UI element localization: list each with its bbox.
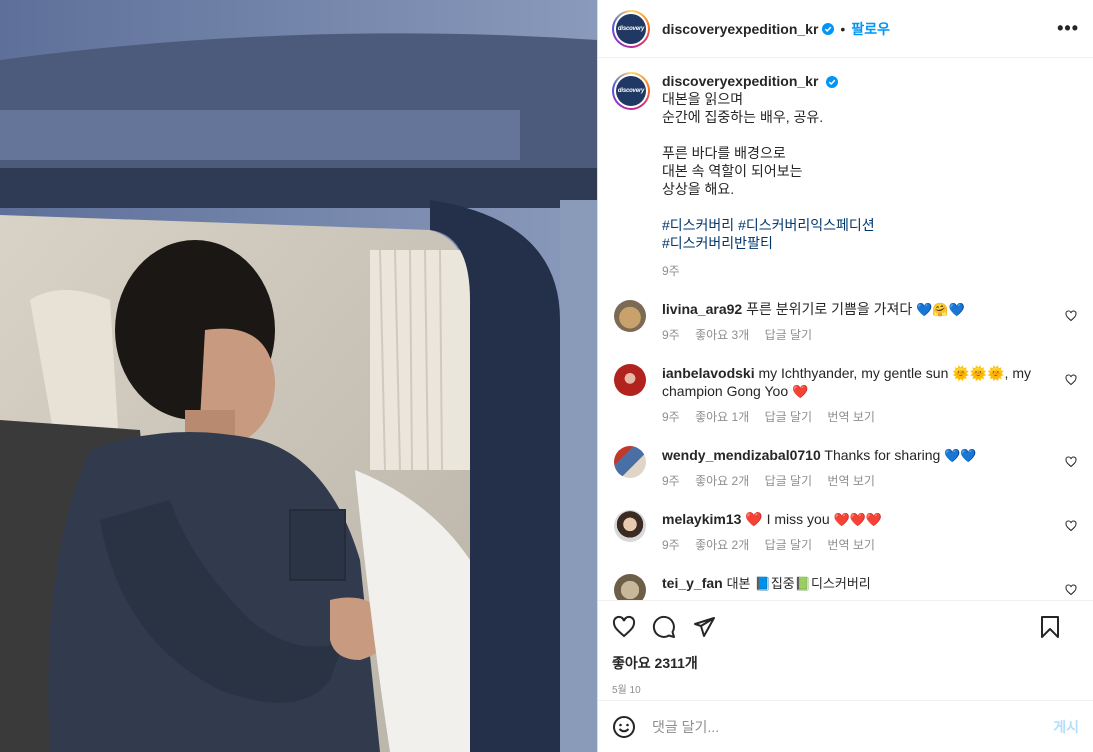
separator-dot: • xyxy=(840,20,846,37)
comment-likes[interactable]: 좋아요 3개 xyxy=(695,328,749,342)
comment-item: melaykim13 ❤️ I miss you ❤️❤️❤️ 9주 좋아요 2… xyxy=(612,510,1079,554)
comment-text: 푸른 분위기로 기쁨을 가져다 xyxy=(746,301,913,317)
comment-username[interactable]: melaykim13 xyxy=(662,511,741,527)
comment-time[interactable]: 9주 xyxy=(662,410,680,424)
reply-button[interactable]: 답글 달기 xyxy=(765,538,813,552)
photo-illustration xyxy=(0,0,597,752)
caption-time[interactable]: 9주 xyxy=(662,262,875,280)
comment-item: tei_y_fan 대본 📘집중📗디스커버리 xyxy=(612,574,1079,600)
comment-emoji: ❤️ xyxy=(792,385,809,400)
follow-button[interactable]: 팔로우 xyxy=(851,19,890,39)
comment-emoji: 💙🤗💙 xyxy=(916,303,965,318)
comment-emoji: 💙💙 xyxy=(944,449,977,464)
commenter-avatar[interactable] xyxy=(614,446,646,478)
reply-button[interactable]: 답글 달기 xyxy=(765,474,813,488)
commenter-avatar[interactable] xyxy=(614,364,646,396)
caption-line: 순간에 집중하는 배우, 공유. xyxy=(662,109,824,125)
comment-likes[interactable]: 좋아요 2개 xyxy=(695,474,749,488)
caption-line: 상상을 해요. xyxy=(662,181,735,197)
reply-button[interactable]: 답글 달기 xyxy=(765,410,813,424)
post-header: discovery discoveryexpedition_kr • 팔로우 •… xyxy=(598,0,1093,58)
discovery-logo: discovery xyxy=(616,13,646,44)
like-heart-icon[interactable] xyxy=(612,615,636,639)
emoji-picker-icon[interactable] xyxy=(612,715,636,739)
avatar[interactable]: discovery xyxy=(612,9,650,48)
comment-item: livina_ara92 푸른 분위기로 기쁨을 가져다 💙🤗💙 9주 좋아요 … xyxy=(612,300,1079,344)
discovery-logo: discovery xyxy=(616,76,646,106)
post-date: 5월 10 xyxy=(612,685,641,696)
comment-time[interactable]: 9주 xyxy=(662,328,680,342)
comment-text: 대본 📘집중📗디스커버리 xyxy=(726,577,871,592)
comment-bubble-icon[interactable] xyxy=(652,615,676,639)
reply-button[interactable]: 답글 달기 xyxy=(765,328,813,342)
header-username[interactable]: discoveryexpedition_kr xyxy=(662,21,818,37)
share-send-icon[interactable] xyxy=(692,615,716,639)
commenter-avatar[interactable] xyxy=(614,574,646,600)
translate-button[interactable]: 번역 보기 xyxy=(827,410,875,424)
like-comment-heart-icon[interactable] xyxy=(1065,456,1077,468)
comment-item: wendy_mendizabal0710 Thanks for sharing … xyxy=(612,446,1079,490)
like-comment-heart-icon[interactable] xyxy=(1065,520,1077,532)
hashtag-link[interactable]: #디스커버리반팔티 xyxy=(662,235,773,251)
bookmark-icon[interactable] xyxy=(1039,615,1061,639)
caption-line xyxy=(662,126,875,144)
comment-text: ❤️ I miss you xyxy=(745,511,830,527)
comment-composer: 게시 xyxy=(598,700,1093,752)
translate-button[interactable]: 번역 보기 xyxy=(827,474,875,488)
comment-item: ianbelavodski my Ichthyander, my gentle … xyxy=(612,364,1079,426)
like-comment-heart-icon[interactable] xyxy=(1065,310,1077,322)
comment-time[interactable]: 9주 xyxy=(662,474,680,488)
translate-button[interactable]: 번역 보기 xyxy=(827,538,875,552)
commenter-avatar[interactable] xyxy=(614,510,646,542)
comment-text: Thanks for sharing xyxy=(824,447,941,463)
comment-username[interactable]: ianbelavodski xyxy=(662,365,755,381)
like-comment-heart-icon[interactable] xyxy=(1065,374,1077,386)
post-actions: 좋아요 2311개 5월 10 xyxy=(598,600,1093,700)
post-comment-button[interactable]: 게시 xyxy=(1053,717,1079,737)
more-options-icon[interactable]: ••• xyxy=(1057,18,1079,39)
caption-username[interactable]: discoveryexpedition_kr xyxy=(662,73,818,89)
post-photo[interactable] xyxy=(0,0,597,752)
caption-line: 대본을 읽으며 xyxy=(662,91,744,107)
comment-input[interactable] xyxy=(650,717,1054,736)
comment-likes[interactable]: 좋아요 2개 xyxy=(695,538,749,552)
comment-username[interactable]: livina_ara92 xyxy=(662,301,742,317)
like-comment-heart-icon[interactable] xyxy=(1065,584,1077,596)
commenter-avatar[interactable] xyxy=(614,300,646,332)
caption-line: 푸른 바다를 배경으로 xyxy=(662,145,786,161)
comments-scroll-area[interactable]: discovery discoveryexpedition_kr 대본을 읽으며… xyxy=(598,58,1093,600)
caption-line: 대본 속 역할이 되어보는 xyxy=(662,163,803,179)
caption-avatar[interactable]: discovery xyxy=(612,72,650,110)
hashtags: #디스커버리 #디스커버리익스페디션 #디스커버리반팔티 xyxy=(662,216,875,252)
comment-username[interactable]: tei_y_fan xyxy=(662,575,723,591)
hashtag-link[interactable]: #디스커버리익스페디션 xyxy=(738,217,875,233)
comment-emoji: ❤️❤️❤️ xyxy=(833,513,883,528)
comment-likes[interactable]: 좋아요 1개 xyxy=(695,410,749,424)
verified-badge-icon xyxy=(822,22,835,35)
verified-badge-icon xyxy=(826,76,839,89)
comment-username[interactable]: wendy_mendizabal0710 xyxy=(662,447,821,463)
hashtag-link[interactable]: #디스커버리 xyxy=(662,217,734,233)
post-panel: discovery discoveryexpedition_kr • 팔로우 •… xyxy=(597,0,1093,752)
comment-time[interactable]: 9주 xyxy=(662,538,680,552)
likes-count[interactable]: 좋아요 2311개 xyxy=(612,653,1079,673)
caption: discovery discoveryexpedition_kr 대본을 읽으며… xyxy=(612,58,1079,280)
